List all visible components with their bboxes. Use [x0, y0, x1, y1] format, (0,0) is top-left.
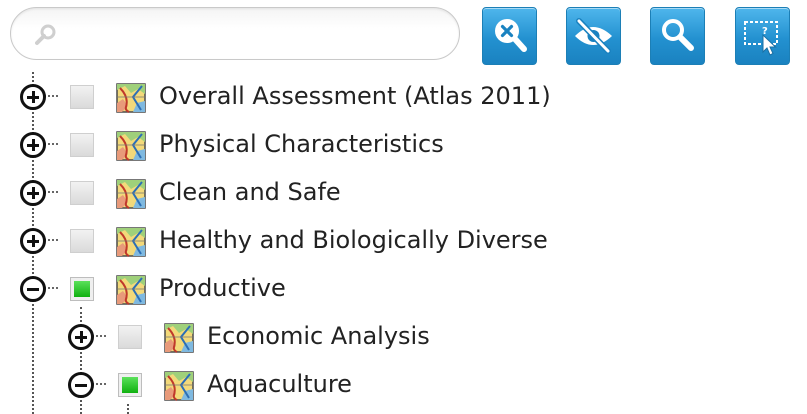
- tree-connector-line: [44, 287, 58, 289]
- layer-visibility-checkbox[interactable]: [70, 133, 94, 157]
- map-layer-icon: [116, 131, 146, 161]
- tree-item: Productive: [0, 264, 780, 312]
- layer-visibility-checkbox[interactable]: [70, 277, 94, 301]
- map-layer-icon: [164, 323, 194, 353]
- expand-icon[interactable]: [20, 180, 46, 206]
- layer-label[interactable]: Physical Characteristics: [159, 128, 444, 160]
- layer-label[interactable]: Overall Assessment (Atlas 2011): [159, 80, 551, 112]
- expand-icon[interactable]: [68, 324, 94, 350]
- tree-item: Physical Characteristics: [0, 120, 780, 168]
- layer-label[interactable]: Aquaculture: [207, 368, 352, 400]
- tree-connector-line: [44, 239, 58, 241]
- tree-item: Aquaculture: [0, 360, 780, 408]
- expand-icon[interactable]: [20, 132, 46, 158]
- layer-tree: Overall Assessment (Atlas 2011) Physical …: [0, 72, 807, 414]
- layer-tree-panel: ? Overall Assessment (Atlas 2011) Physica…: [0, 0, 807, 414]
- select-area-help-icon: ?: [744, 21, 778, 56]
- tree-connector-line: [44, 191, 58, 193]
- tree-connector-line: [44, 95, 58, 97]
- tree-connector-line: [92, 383, 106, 385]
- layer-visibility-checkbox[interactable]: [70, 229, 94, 253]
- map-layer-icon: [116, 179, 146, 209]
- search-magnifier-icon: [662, 19, 694, 51]
- layer-visibility-checkbox[interactable]: [70, 85, 94, 109]
- layer-label[interactable]: Healthy and Biologically Diverse: [159, 224, 548, 256]
- tree-item: Overall Assessment (Atlas 2011): [0, 72, 780, 120]
- tree-item: Economic Analysis: [0, 312, 780, 360]
- collapse-icon[interactable]: [20, 276, 46, 302]
- layer-label[interactable]: Productive: [159, 272, 286, 304]
- search-input[interactable]: [73, 17, 447, 53]
- tree-connector-line: [92, 335, 106, 337]
- layer-visibility-checkbox[interactable]: [118, 373, 142, 397]
- search-icon: [35, 24, 56, 45]
- hide-layers-button[interactable]: [566, 7, 621, 65]
- layer-label[interactable]: Economic Analysis: [207, 320, 430, 352]
- tree-item: Clean and Safe: [0, 168, 780, 216]
- search-box[interactable]: [10, 7, 460, 60]
- layer-visibility-checkbox[interactable]: [118, 325, 142, 349]
- clear-search-icon: [495, 19, 527, 52]
- map-layer-icon: [116, 83, 146, 113]
- hide-eye-icon: [575, 18, 612, 54]
- clear-search-button[interactable]: [482, 7, 537, 65]
- tree-connector-line: [44, 143, 58, 145]
- tree-item: Healthy and Biologically Diverse: [0, 216, 780, 264]
- expand-icon[interactable]: [20, 84, 46, 110]
- layer-visibility-checkbox[interactable]: [70, 181, 94, 205]
- find-layer-button[interactable]: [650, 7, 705, 65]
- layer-label[interactable]: Clean and Safe: [159, 176, 341, 208]
- collapse-icon[interactable]: [68, 372, 94, 398]
- map-layer-icon: [116, 275, 146, 305]
- map-layer-icon: [116, 227, 146, 257]
- map-layer-icon: [164, 371, 194, 401]
- select-area-button[interactable]: ?: [735, 7, 790, 65]
- expand-icon[interactable]: [20, 228, 46, 254]
